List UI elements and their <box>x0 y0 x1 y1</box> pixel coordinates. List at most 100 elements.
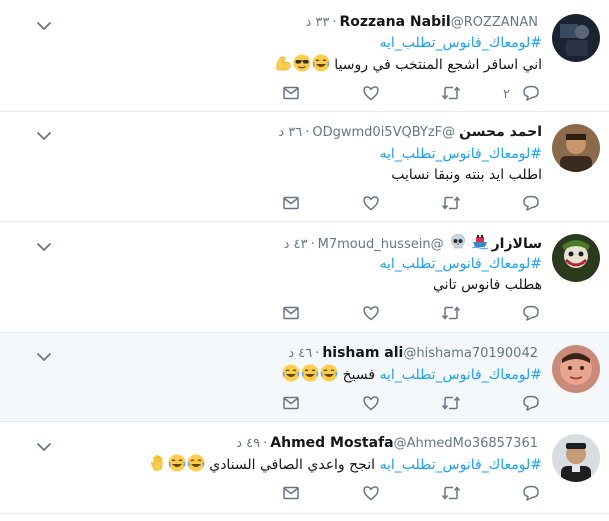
direct-message-button[interactable] <box>280 85 302 105</box>
tweet-text: #لومعاك_فانوس_تطلب_ايه فسيخ <box>281 364 542 385</box>
message-icon <box>282 84 300 106</box>
tweet-actions: ٢ <box>0 85 609 105</box>
tweet[interactable]: hisham ali@hishama70190042 ·٤٦ د #لومعاك_ف… <box>0 333 609 422</box>
retweet-icon <box>441 84 461 106</box>
display-name[interactable]: Ahmed Mostafa <box>270 435 393 451</box>
tweet-body: اطلب ايد بنته ونبقا نسايب <box>391 167 542 183</box>
chevron-down-icon[interactable] <box>36 438 52 451</box>
separator-dot: · <box>310 237 315 252</box>
timestamp[interactable]: ٣٦ د <box>278 125 302 140</box>
reply-icon <box>522 194 540 216</box>
tweet[interactable]: احمد محسن @ODgwmd0i5VQBYzF·٣٦ د #لومعاك_فا… <box>0 112 609 222</box>
like-button[interactable] <box>360 395 382 415</box>
display-name[interactable]: سالازار <box>492 236 542 252</box>
direct-message-button[interactable] <box>280 195 302 215</box>
direct-message-button[interactable] <box>280 485 302 505</box>
laughing-emoji <box>282 364 300 382</box>
user-handle[interactable]: @ROZZANAN <box>451 15 538 30</box>
tweet-text: #لومعاك_فانوس_تطلب_ايه انجح واعدي الصافي… <box>148 454 542 475</box>
timestamp[interactable]: ٣٣ د <box>305 15 329 30</box>
chevron-down-icon[interactable] <box>36 348 52 361</box>
tweet-body-line: اطلب ايد بنته ونبقا نسايب <box>391 165 542 185</box>
message-icon <box>282 484 300 506</box>
retweet-button[interactable] <box>440 85 462 105</box>
reply-icon <box>522 394 540 416</box>
avatar[interactable] <box>552 434 600 482</box>
tweet-actions <box>0 195 609 215</box>
display-name[interactable]: Rozzana Nabil <box>339 14 450 30</box>
reply-icon <box>522 304 540 326</box>
laughing-emoji <box>312 54 330 72</box>
avatar[interactable] <box>552 345 600 393</box>
sunglasses-emoji <box>293 54 311 72</box>
laughing-emoji <box>187 454 205 472</box>
separator-dot: · <box>315 346 320 361</box>
hashtag-link[interactable]: #لومعاك_فانوس_تطلب_ايه <box>379 457 542 473</box>
hashtag-link[interactable]: #لومعاك_فانوس_تطلب_ايه <box>379 367 542 383</box>
display-name[interactable]: احمد محسن <box>459 124 542 140</box>
tweet-body: هطلب فانوس تاني <box>432 277 542 293</box>
avatar[interactable] <box>552 124 600 172</box>
reply-icon <box>522 484 540 506</box>
hashtag-link[interactable]: #لومعاك_فانوس_تطلب_ايه <box>379 35 542 51</box>
user-handle[interactable]: @M7moud_hussein <box>318 237 444 252</box>
raised-hand-emoji <box>149 454 167 472</box>
hashtag-link[interactable]: #لومعاك_فانوس_تطلب_ايه <box>379 256 542 272</box>
like-icon <box>362 304 380 326</box>
retweet-icon <box>441 304 461 326</box>
laughing-emoji <box>168 454 186 472</box>
tweet-actions <box>0 485 609 505</box>
tweet-header: احمد محسن @ODgwmd0i5VQBYzF·٣٦ د <box>278 122 542 142</box>
timestamp[interactable]: ٤٩ د <box>236 436 260 451</box>
like-button[interactable] <box>360 195 382 215</box>
reply-button[interactable] <box>520 305 542 325</box>
like-button[interactable] <box>360 305 382 325</box>
chevron-down-icon[interactable] <box>36 238 52 251</box>
tweet-body: انجح واعدي الصافي السنادي <box>209 457 376 473</box>
like-button[interactable] <box>360 85 382 105</box>
tweet-text: #لومعاك_فانوس_تطلب_ايه <box>379 254 542 274</box>
reply-icon <box>522 84 540 106</box>
tweet-actions <box>0 395 609 415</box>
retweet-button[interactable] <box>440 485 462 505</box>
direct-message-button[interactable] <box>280 395 302 415</box>
reply-button[interactable] <box>520 395 542 415</box>
timestamp[interactable]: ٤٣ د <box>284 237 308 252</box>
avatar[interactable] <box>552 234 600 282</box>
tweet[interactable]: Ahmed Mostafa@AhmedMo36857361 ·٤٩ د #لومعا… <box>0 422 609 514</box>
timestamp[interactable]: ٤٦ د <box>288 346 312 361</box>
message-icon <box>282 394 300 416</box>
reply-button[interactable] <box>520 195 542 215</box>
skull-emoji <box>449 233 467 251</box>
tweet-body: اني اسافر اشجع المنتخب في روسيا <box>334 57 542 73</box>
laughing-emoji <box>301 364 319 382</box>
like-button[interactable] <box>360 485 382 505</box>
tweet-body: فسيخ <box>342 367 376 383</box>
reply-count: ٢ <box>503 87 510 102</box>
reply-button[interactable] <box>520 85 542 105</box>
user-handle[interactable]: @hishama70190042 <box>403 346 538 361</box>
avatar[interactable] <box>552 14 600 62</box>
retweet-button[interactable] <box>440 195 462 215</box>
tweet-header: Ahmed Mostafa@AhmedMo36857361 ·٤٩ د <box>236 433 542 453</box>
retweet-button[interactable] <box>440 305 462 325</box>
tweet[interactable]: Rozzana Nabil@ROZZANAN ·٣٣ د #لومعاك_فانوس… <box>0 4 609 112</box>
tweet-header: سالازار @M7moud_hussein·٤٣ د <box>284 233 542 253</box>
tweet[interactable]: سالازار @M7moud_hussein·٤٣ د #لومعاك_فانوس… <box>0 222 609 333</box>
direct-message-button[interactable] <box>280 305 302 325</box>
tweet-text: #لومعاك_فانوس_تطلب_ايه <box>379 33 542 53</box>
message-icon <box>282 194 300 216</box>
user-handle[interactable]: @AhmedMo36857361 <box>394 436 538 451</box>
tweet-header: Rozzana Nabil@ROZZANAN ·٣٣ د <box>305 12 542 32</box>
chevron-down-icon[interactable] <box>36 17 52 30</box>
laughing-emoji <box>320 364 338 382</box>
retweet-icon <box>441 484 461 506</box>
reply-button[interactable] <box>520 485 542 505</box>
hashtag-link[interactable]: #لومعاك_فانوس_تطلب_ايه <box>379 146 542 162</box>
retweet-button[interactable] <box>440 395 462 415</box>
display-name[interactable]: hisham ali <box>322 345 403 361</box>
tweet-body-line: هطلب فانوس تاني <box>433 275 542 295</box>
chevron-down-icon[interactable] <box>36 127 52 140</box>
user-handle[interactable]: @ODgwmd0i5VQBYzF <box>312 125 455 140</box>
like-icon <box>362 484 380 506</box>
